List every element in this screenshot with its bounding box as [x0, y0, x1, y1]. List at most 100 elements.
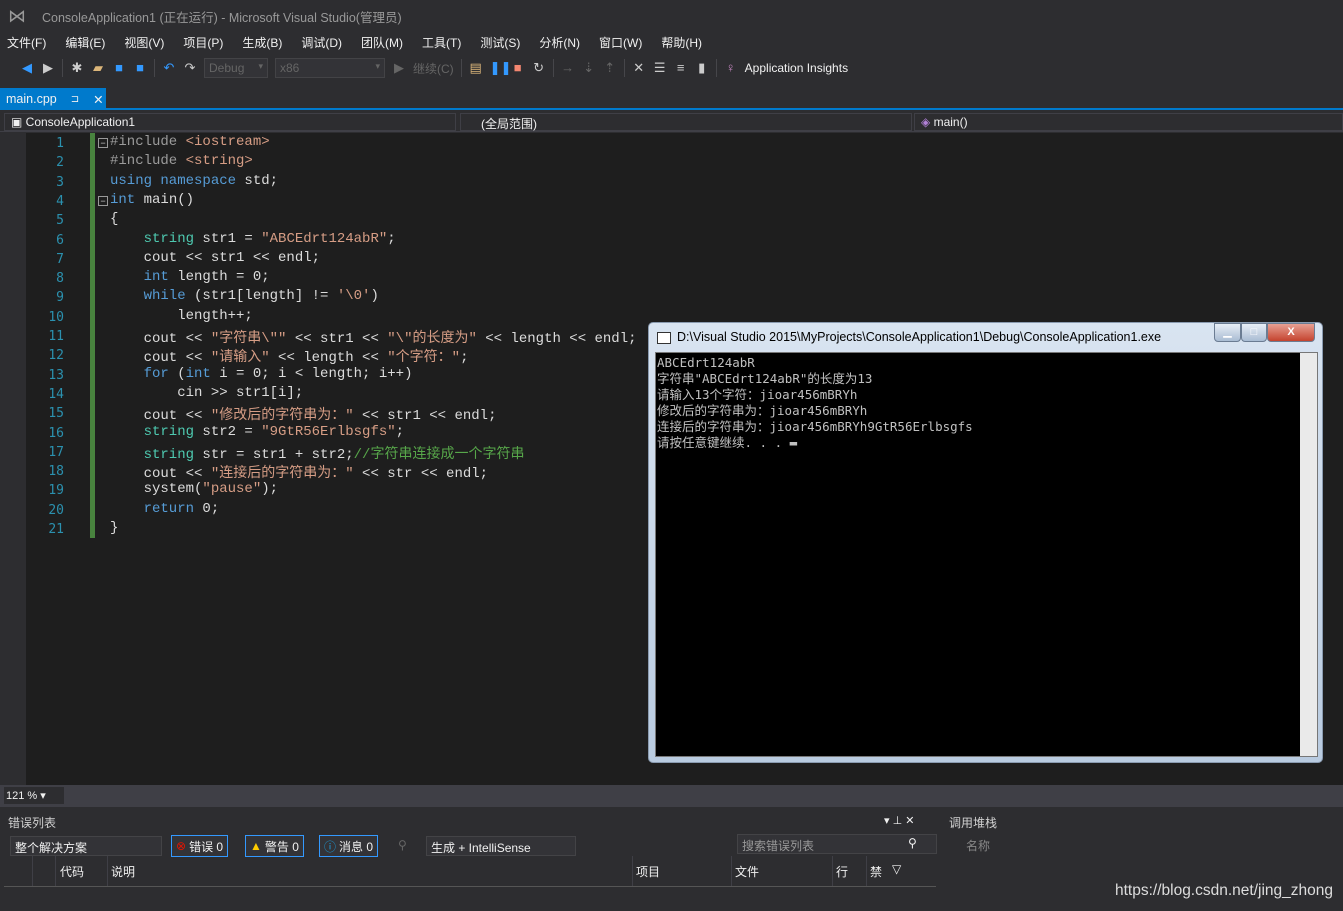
step-into-icon[interactable]: → [561, 61, 575, 75]
menu-item[interactable]: 团队(M) [361, 34, 403, 51]
step-over-icon[interactable]: ⇣ [582, 61, 596, 75]
code-line[interactable]: for (int i = 0; i < length; i++) [110, 366, 413, 382]
messages-count: 消息 0 [339, 839, 374, 854]
search-errors-input[interactable]: 搜索错误列表 [737, 834, 937, 854]
stop-icon[interactable]: ■ [511, 61, 525, 75]
code-line[interactable]: { [110, 211, 118, 227]
minimize-button[interactable]: ▁ [1214, 323, 1241, 342]
console-screen[interactable]: ABCEdrt124abR 字符串"ABCEdrt124abR"的长度为13 请… [655, 352, 1318, 757]
breakpoint-icon[interactable]: ✕ [632, 61, 646, 75]
menu-item[interactable]: 视图(V) [124, 34, 164, 51]
code-line[interactable]: cout << "修改后的字符串为：" << str1 << endl; [110, 404, 497, 424]
warnings-filter-button[interactable]: ▲ 警告 0 [245, 835, 304, 857]
code-line[interactable]: cin >> str1[i]; [110, 385, 303, 401]
menu-item[interactable]: 生成(B) [242, 34, 282, 51]
console-scrollbar[interactable] [1300, 353, 1317, 756]
line-number: 5 [56, 213, 64, 229]
config-select[interactable]: Debug [204, 58, 268, 78]
code-line[interactable]: string str = str1 + str2;//字符串连接成一个字符串 [110, 443, 525, 463]
continue-button[interactable]: 继续(C) [413, 60, 454, 77]
restart-icon[interactable]: ↻ [532, 61, 546, 75]
code-line[interactable]: while (str1[length] != '\0') [110, 288, 379, 304]
tab-main-cpp[interactable]: main.cpp ⊐ ✕ [0, 88, 106, 110]
back-icon[interactable]: ◀ [20, 61, 34, 75]
menu-item[interactable]: 工具(T) [422, 34, 461, 51]
errors-filter-button[interactable]: ⊗ 错误 0 [171, 835, 229, 857]
open-file-icon[interactable]: ▰ [91, 61, 105, 75]
save-all-icon[interactable]: ■ [133, 61, 147, 75]
menu-item[interactable]: 文件(F) [7, 34, 46, 51]
tab-strip: main.cpp ⊐ ✕ [0, 88, 1343, 110]
continue-icon[interactable]: ▶ [392, 61, 406, 75]
scope-label: (全局范围) [481, 117, 537, 131]
process-icon[interactable]: ▤ [469, 61, 483, 75]
forward-icon[interactable]: ▶ [41, 61, 55, 75]
menu-item[interactable]: 测试(S) [480, 34, 520, 51]
collapse-icon[interactable]: − [98, 138, 108, 148]
editor-gutter [0, 133, 26, 785]
close-button[interactable]: X [1267, 323, 1315, 342]
menu-item[interactable]: 项目(P) [183, 34, 223, 51]
member-dropdown[interactable]: ◈ main() [914, 113, 1343, 131]
column-code[interactable]: 代码 [60, 863, 84, 880]
console-window[interactable]: D:\Visual Studio 2015\MyProjects\Console… [648, 322, 1323, 763]
scope-select[interactable]: 整个解决方案 [10, 836, 162, 856]
maximize-button[interactable]: □ [1241, 323, 1267, 342]
separator [62, 59, 63, 77]
console-title: D:\Visual Studio 2015\MyProjects\Console… [677, 330, 1162, 344]
zoom-select[interactable]: 121 % ▾ [4, 787, 64, 804]
platform-select[interactable]: x86 [275, 58, 385, 78]
pause-icon[interactable]: ❚❚ [490, 61, 512, 75]
application-insights-button[interactable]: Application Insights [745, 61, 848, 75]
close-icon[interactable]: ✕ [93, 92, 103, 107]
column-filter-icon[interactable]: ▽ [892, 862, 901, 876]
menu-item[interactable]: 帮助(H) [661, 34, 702, 51]
error-icon: ⊗ [176, 839, 187, 853]
save-icon[interactable]: ■ [112, 61, 126, 75]
column-file[interactable]: 文件 [735, 863, 759, 880]
code-line[interactable]: string str1 = "ABCEdrt124abR"; [110, 231, 396, 247]
code-line[interactable]: cout << "连接后的字符串为：" << str << endl; [110, 462, 488, 482]
code-line[interactable]: cout << "字符串\"" << str1 << "\"的长度为" << l… [110, 327, 637, 347]
panel-controls[interactable]: ▾ ⊥ ✕ [884, 814, 914, 827]
code-line[interactable]: system("pause"); [110, 481, 278, 497]
project-dropdown[interactable]: ▣ ConsoleApplication1 [4, 113, 456, 131]
indent-icon[interactable]: ☰ [653, 61, 667, 75]
code-line[interactable]: #include <iostream> [110, 134, 270, 150]
column-name[interactable]: 名称 [966, 837, 990, 854]
code-line[interactable]: return 0; [110, 501, 220, 517]
code-line[interactable]: } [110, 520, 118, 536]
code-line[interactable]: cout << str1 << endl; [110, 250, 320, 266]
code-line[interactable]: #include <string> [110, 153, 253, 169]
pin-icon[interactable]: ⊐ [71, 94, 79, 105]
bookmark-icon[interactable]: ▮ [695, 61, 709, 75]
new-project-icon[interactable]: ✱ [70, 61, 84, 75]
filter-icon[interactable]: ⚲ [398, 838, 407, 852]
messages-filter-button[interactable]: ⓘ 消息 0 [319, 835, 379, 857]
column-project[interactable]: 项目 [636, 863, 660, 880]
menu-item[interactable]: 窗口(W) [599, 34, 642, 51]
column-line[interactable]: 行 [836, 863, 848, 880]
menu-item[interactable]: 编辑(E) [65, 34, 105, 51]
scope-dropdown[interactable]: (全局范围) [460, 113, 912, 131]
column-description[interactable]: 说明 [111, 863, 135, 880]
code-line[interactable]: length++; [110, 308, 253, 324]
code-line[interactable]: cout << "请输入" << length << "个字符："; [110, 346, 469, 366]
code-line[interactable]: string str2 = "9GtR56Erlbsgfs"; [110, 424, 404, 440]
comment-icon[interactable]: ≡ [674, 61, 688, 75]
code-line[interactable]: using namespace std; [110, 173, 278, 189]
code-line[interactable]: int main() [110, 192, 194, 208]
code-token: ); [261, 481, 279, 498]
column-suppress[interactable]: 禁 [870, 863, 882, 880]
step-out-icon[interactable]: ⇡ [603, 61, 617, 75]
menu-item[interactable]: 分析(N) [539, 34, 580, 51]
menu-item[interactable]: 调试(D) [301, 34, 342, 51]
source-select[interactable]: 生成 + IntelliSense [426, 836, 576, 856]
redo-icon[interactable]: ↷ [183, 61, 197, 75]
collapse-icon[interactable]: − [98, 195, 108, 206]
search-icon[interactable]: ⚲ [908, 836, 917, 850]
code-line[interactable]: int length = 0; [110, 269, 270, 285]
divider [32, 856, 33, 886]
undo-icon[interactable]: ↶ [162, 61, 176, 75]
line-number: 3 [56, 174, 64, 190]
